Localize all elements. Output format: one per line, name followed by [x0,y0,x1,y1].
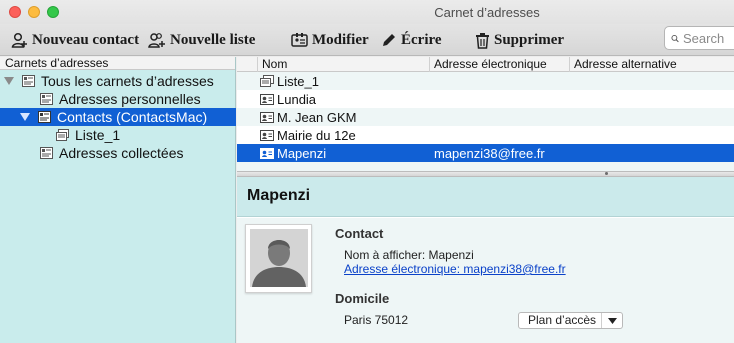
map-button[interactable]: Plan d’accès [518,312,623,329]
new-contact-button[interactable]: Nouveau contact [11,30,139,50]
sidebar-item-label: Tous les carnets d’adresses [41,73,214,89]
toolbar: Nouveau contact Nouvelle liste Modifier … [0,24,734,56]
table-row[interactable]: M. Jean GKM [237,108,734,126]
display-name-line: Nom à afficher: Mapenzi [344,248,474,262]
default-avatar-icon [250,229,308,287]
sidebar-item-all-books[interactable]: Tous les carnets d’adresses [0,72,236,90]
column-header-email[interactable]: Adresse électronique [429,57,569,72]
disclosure-triangle-expanded-icon[interactable] [4,76,14,86]
sidebar-item-label: Adresses collectées [59,145,184,161]
edit-button[interactable]: Modifier [291,30,369,50]
table-row[interactable]: Lundia [237,90,734,108]
column-header-alt-email[interactable]: Adresse alternative [569,57,734,72]
new-contact-icon [11,32,27,48]
section-title-contact: Contact [335,226,384,241]
contact-list: Nom Adresse électronique Adresse alterna… [237,57,734,171]
map-button-label: Plan d’accès [519,313,603,328]
new-list-button[interactable]: Nouvelle liste [148,30,255,50]
contact-name: M. Jean GKM [277,110,357,125]
sidebar-item-label: Liste_1 [75,127,121,143]
title-bar: Carnet d’adresses [0,0,734,24]
delete-label: Supprimer [494,31,565,48]
contact-name: Mairie du 12e [277,128,356,143]
edit-card-icon [291,33,308,47]
contact-name: Lundia [277,92,317,107]
email-link[interactable]: Adresse électronique: mapenzi38@free.fr [344,262,566,276]
contact-email: mapenzi38@free.fr [434,146,545,161]
splitter-grip[interactable] [605,172,608,175]
sidebar-item-contacts-mac[interactable]: Contacts (ContactsMac) [0,108,236,126]
search-icon [671,34,679,42]
new-list-label: Nouvelle liste [170,31,256,48]
table-row[interactable]: Mapenzi mapenzi38@free.fr [237,144,734,162]
disclosure-triangle-expanded-icon[interactable] [20,112,30,122]
contact-header: Mapenzi [237,177,734,217]
contact-card-icon [260,112,274,123]
mailing-list-icon [260,75,274,87]
trash-icon [476,32,489,49]
edit-label: Modifier [312,31,369,48]
contact-photo [245,224,312,293]
search-box[interactable] [664,26,734,50]
list-header: Nom Adresse électronique Adresse alterna… [237,57,734,72]
contact-display-name: Mapenzi [247,187,311,204]
search-input[interactable] [683,30,734,46]
section-title-home: Domicile [335,291,390,306]
pencil-icon [383,34,395,46]
sidebar-item-label: Contacts (ContactsMac) [57,109,208,125]
column-header-name[interactable]: Nom [257,57,433,72]
table-row[interactable]: Liste_1 [237,72,734,90]
sidebar-item-label: Adresses personnelles [59,91,201,107]
write-label: Écrire [401,31,442,48]
contact-card-icon [260,94,274,105]
address-book-icon [40,147,53,159]
sidebar-item-personal[interactable]: Adresses personnelles [0,90,236,108]
dropdown-arrow-icon[interactable] [602,317,622,324]
address-book-icon [22,75,35,87]
contact-name: Mapenzi [277,146,327,161]
address-books-sidebar: Carnets d’adresses Tous les carnets d’ad… [0,57,236,343]
contact-name: Liste_1 [277,74,319,89]
write-button[interactable]: Écrire [381,30,442,50]
table-row[interactable]: Mairie du 12e [237,126,734,144]
contact-card-icon [260,148,274,159]
city-line: Paris 75012 [344,313,409,327]
sidebar-header: Carnets d’adresses [0,57,235,70]
address-book-icon [40,93,53,105]
delete-button[interactable]: Supprimer [475,30,564,50]
sidebar-item-collected[interactable]: Adresses collectées [0,144,236,162]
new-contact-label: Nouveau contact [32,31,140,48]
window-title: Carnet d’adresses [434,5,540,20]
table-row-partial[interactable] [237,162,734,171]
address-book-icon [38,111,51,123]
new-list-icon [148,32,165,48]
sidebar-item-list-1[interactable]: Liste_1 [0,126,236,144]
contact-body: Contact Nom à afficher: Mapenzi Adresse … [237,218,734,343]
contact-card-icon [260,130,274,141]
mailing-list-icon [56,129,69,141]
contact-detail-pane: Mapenzi Contact Nom à afficher: Mapenzi … [237,177,734,343]
